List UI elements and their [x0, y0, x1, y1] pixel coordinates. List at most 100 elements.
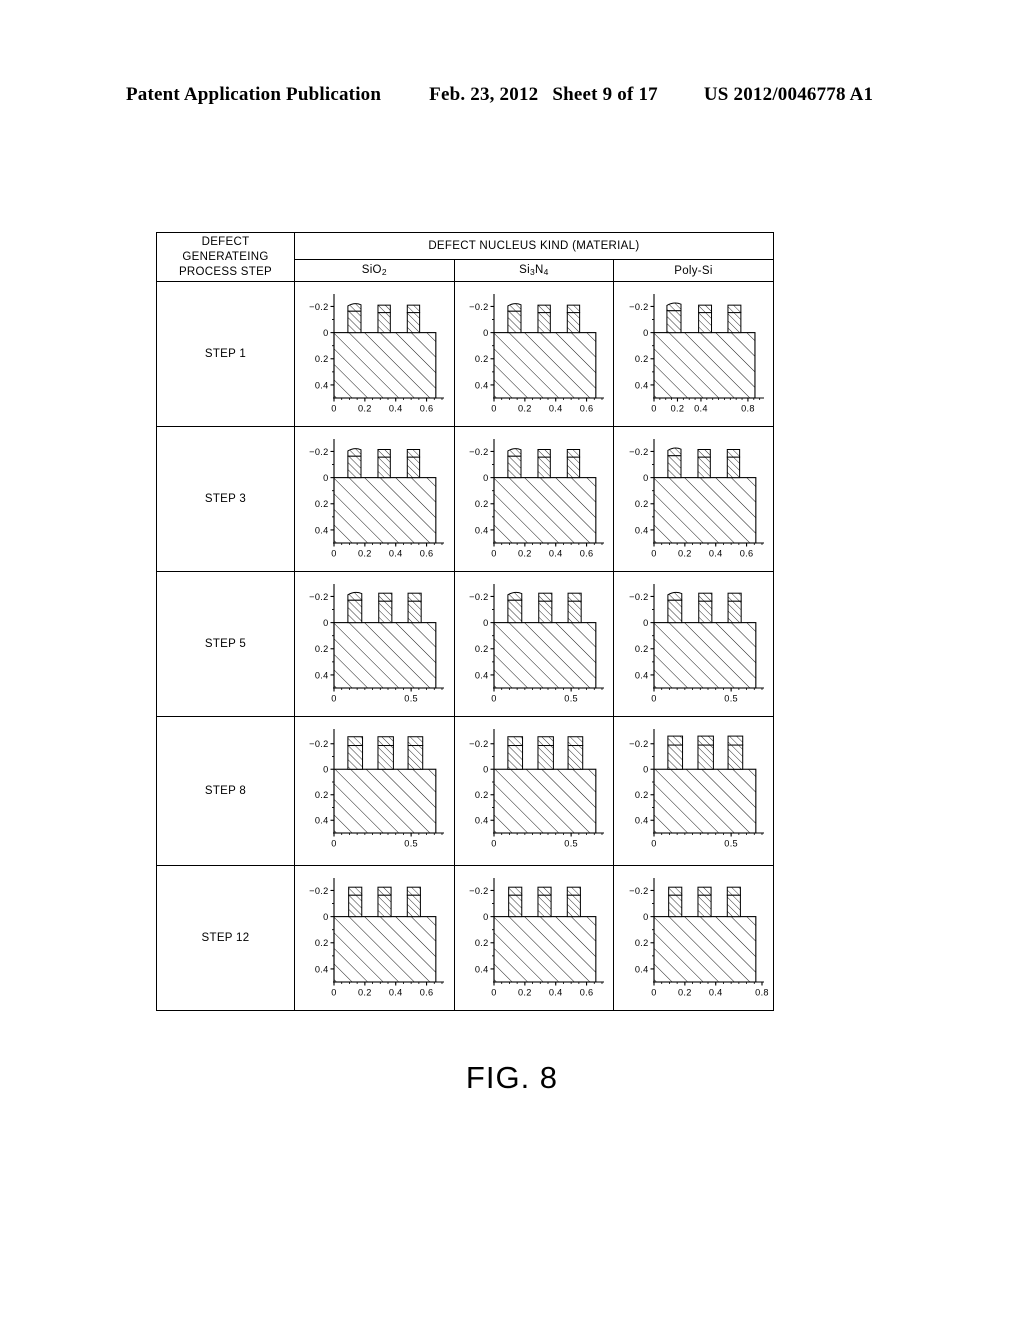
defect-bump-3: [407, 736, 424, 770]
y-tick-label: 0.4: [634, 964, 648, 974]
defect-bump-2: [537, 736, 554, 770]
sheet-number: Sheet 9 of 17: [552, 84, 658, 105]
plot-area-step8-si3n4: [493, 736, 597, 834]
chart-cell-step5-sio2: −0.2 0 0.2 0.4 0 0.5: [294, 571, 455, 717]
chart-step8-sio2: −0.2 0 0.2 0.4 0 0.5: [309, 729, 445, 849]
y-tick-label: 0: [483, 618, 488, 628]
chart-holder: −0.2 0 0.2 0.4 0 0.5: [614, 572, 773, 716]
defect-bump-3: [727, 592, 742, 624]
table-head: DEFECT GENERATEING PROCESS STEP DEFECT N…: [156, 232, 774, 282]
defect-bump-2: [537, 304, 551, 334]
y-tick-label: −0.2: [629, 739, 648, 749]
x-tick-label: 0.4: [549, 988, 563, 998]
defect-bump-2: [377, 449, 392, 479]
x-tick-label: 0.2: [670, 404, 684, 414]
plot-area-step12-polysi: [652, 886, 756, 983]
y-tick-label: 0.4: [475, 816, 489, 826]
x-tick-label: 0.6: [580, 988, 594, 998]
chart-holder: −0.2 0 0.2 0.4 0 0.5: [455, 717, 614, 865]
x-tick-label: 0: [491, 839, 496, 849]
y-tick-label: −0.2: [309, 886, 328, 896]
defect-bump-3: [407, 886, 422, 918]
row-header-line-3: PROCESS STEP: [178, 265, 273, 278]
substrate-block: [652, 332, 756, 399]
x-tick-label: 0.5: [564, 839, 578, 849]
chart-holder: −0.2 0 0.2 0.4 0 0.2 0.4 0.6: [295, 427, 454, 571]
x-tick-label: 0.2: [678, 549, 692, 559]
plot-area-step8-polysi: [652, 735, 756, 834]
defect-nucleus-table: DEFECT GENERATEING PROCESS STEP DEFECT N…: [156, 232, 774, 1011]
column-header-si3n4: Si3N4: [453, 259, 615, 282]
row-label-step8: STEP 8: [156, 716, 295, 866]
x-tick-label: 0: [651, 549, 656, 559]
substrate-block: [493, 332, 597, 399]
substrate-block: [333, 622, 437, 689]
table-body: STEP 1 −0.2 0 0.2 0.4 0 0.2 0.4 0.6 −0.2 0 0.2 0.4 0 0…: [156, 281, 774, 1011]
y-tick-label: 0.4: [315, 964, 329, 974]
y-tick-label: 0.4: [475, 525, 489, 535]
chart-cell-step12-si3n4: −0.2 0 0.2 0.4 0 0.2 0.4 0.6: [453, 865, 615, 1011]
y-tick-label: 0: [643, 473, 648, 483]
y-tick-label: 0.2: [315, 644, 329, 654]
x-tick-label: 0.4: [708, 549, 722, 559]
y-tick-label: −0.2: [469, 447, 488, 457]
defect-bump-3: [726, 304, 741, 334]
chart-cell-step8-polysi: −0.2 0 0.2 0.4 0 0.5: [613, 716, 774, 866]
defect-bump-3: [567, 736, 584, 770]
y-tick-label: 0.2: [315, 354, 329, 364]
defect-bump-3: [407, 304, 421, 334]
chart-cell-step3-polysi: −0.2 0 0.2 0.4 0 0.2 0.4 0.6: [613, 426, 774, 572]
x-tick-label: 0: [332, 839, 337, 849]
y-tick-label: 0: [323, 618, 328, 628]
chart-holder: −0.2 0 0.2 0.4 0 0.2 0.4 0.6: [455, 427, 614, 571]
chart-step3-si3n4: −0.2 0 0.2 0.4 0 0.2 0.4 0.6: [469, 439, 604, 559]
substrate-block: [652, 916, 756, 983]
defect-bump-3: [566, 449, 581, 479]
chart-step3-polysi: −0.2 0 0.2 0.4 0 0.2 0.4 0.6: [629, 439, 764, 559]
plot-area-step12-si3n4: [493, 886, 597, 983]
chart-holder: −0.2 0 0.2 0.4 0 0.5: [455, 572, 614, 716]
defect-bump-3: [566, 886, 581, 918]
x-tick-label: 0: [651, 839, 656, 849]
table-row: STEP 12 −0.2 0 0.2 0.4 0 0.2 0.4 0.6 −0.2 0 0.2 0.4 0…: [156, 865, 774, 1011]
defect-bump-2: [696, 735, 714, 770]
defect-bump-1: [507, 303, 522, 334]
defect-bump-3: [407, 592, 422, 624]
patent-running-header: Patent Application Publication Feb. 23, …: [126, 84, 898, 112]
defect-bump-2: [378, 592, 393, 624]
chart-cell-step1-sio2: −0.2 0 0.2 0.4 0 0.2 0.4 0.6: [294, 281, 455, 427]
chart-step8-polysi: −0.2 0 0.2 0.4 0 0.5: [629, 729, 764, 849]
chart-cell-step8-si3n4: −0.2 0 0.2 0.4 0 0.5: [453, 716, 615, 866]
defect-bump-1: [666, 447, 682, 479]
row-label-step3: STEP 3: [156, 426, 295, 572]
y-tick-label: 0.2: [634, 938, 648, 948]
x-tick-label: 0.6: [420, 404, 434, 414]
chart-cell-step3-sio2: −0.2 0 0.2 0.4 0 0.2 0.4 0.6: [294, 426, 455, 572]
plot-area-step5-sio2: [333, 591, 437, 689]
y-tick-label: 0.4: [315, 670, 329, 680]
chart-step1-si3n4: −0.2 0 0.2 0.4 0 0.2 0.4 0.6: [469, 294, 604, 414]
y-tick-label: −0.2: [309, 302, 328, 312]
defect-bump-1: [508, 886, 523, 918]
table-row: STEP 8 −0.2 0 0.2 0.4 0 0.5 −0.2 0 0.2 0.4 0 0.5 −0.2…: [156, 716, 774, 866]
defect-bump-2: [537, 449, 551, 479]
chart-step5-sio2: −0.2 0 0.2 0.4 0 0.5: [309, 584, 445, 704]
y-tick-label: 0.4: [634, 816, 648, 826]
y-tick-label: 0: [323, 328, 328, 338]
x-tick-label: 0.2: [518, 549, 532, 559]
y-tick-label: 0.2: [475, 499, 489, 509]
x-tick-label: 0.4: [549, 404, 563, 414]
x-tick-label: 0.5: [724, 839, 738, 849]
defect-bump-2: [377, 886, 392, 918]
row-label-step5: STEP 5: [156, 571, 295, 717]
defect-bump-2: [377, 736, 395, 770]
x-tick-label: 0: [491, 694, 496, 704]
y-tick-label: 0: [483, 765, 488, 775]
y-tick-label: 0.4: [475, 380, 489, 390]
y-tick-label: 0.2: [634, 354, 648, 364]
defect-bump-1: [666, 591, 682, 624]
y-tick-label: 0.2: [315, 790, 329, 800]
x-tick-label: 0.6: [580, 404, 594, 414]
y-tick-label: 0.4: [475, 670, 489, 680]
defect-bump-3: [726, 886, 741, 918]
